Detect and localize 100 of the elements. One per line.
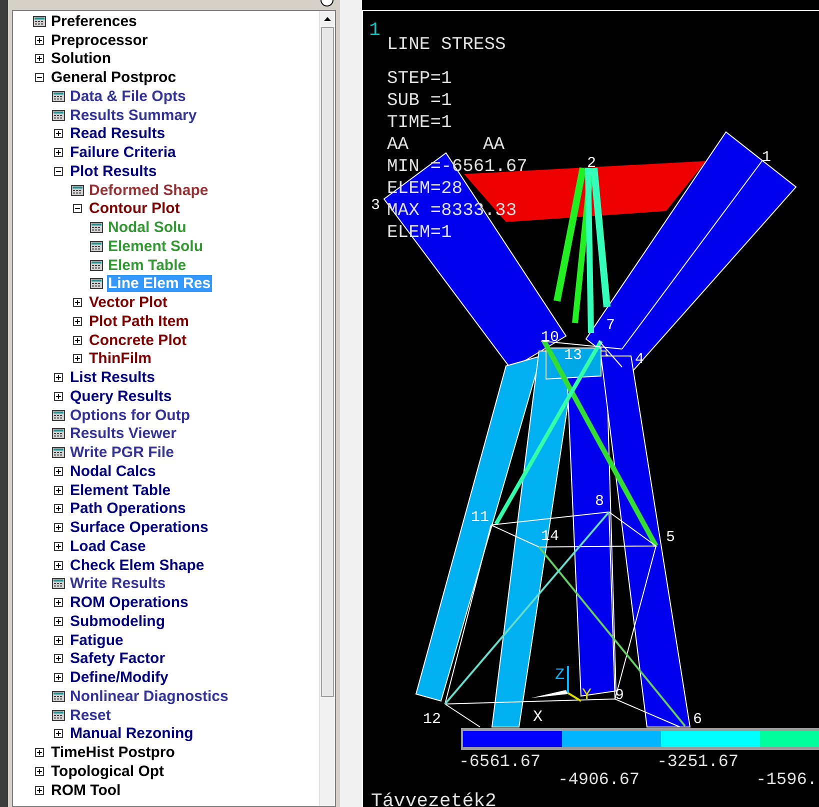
node-number: 10: [541, 329, 560, 346]
menu-item[interactable]: Nodal Calcs: [69, 462, 157, 480]
menu-item[interactable]: Read Results: [69, 125, 166, 142]
expand-icon[interactable]: [54, 673, 63, 682]
expand-icon[interactable]: [35, 766, 44, 776]
axis-label: Z: [555, 666, 565, 684]
expand-icon[interactable]: [54, 148, 63, 158]
calculator-icon: [52, 410, 65, 421]
menu-item[interactable]: Vector Plot: [88, 294, 168, 312]
expand-icon[interactable]: [54, 504, 63, 514]
menu-item[interactable]: Preferences: [50, 12, 138, 30]
menu-item[interactable]: Element Table: [69, 482, 172, 499]
expand-icon[interactable]: [35, 36, 44, 45]
scroll-thumb[interactable]: [321, 27, 334, 697]
close-icon[interactable]: [320, 0, 334, 8]
menu-item[interactable]: Results Summary: [69, 106, 198, 124]
expand-icon[interactable]: [35, 748, 44, 758]
node-number: 12: [423, 711, 442, 728]
menu-item[interactable]: List Results: [69, 369, 156, 386]
menu-item[interactable]: Nonlinear Diagnostics: [69, 688, 230, 705]
expand-icon[interactable]: [73, 316, 82, 326]
expand-icon[interactable]: [54, 560, 63, 570]
step-info-text: TIME=1: [387, 113, 452, 133]
node-number: 7: [606, 317, 616, 334]
menu-item[interactable]: Write Results: [69, 575, 167, 592]
menu-item[interactable]: Data & File Opts: [69, 88, 187, 105]
menu-item[interactable]: Load Case: [69, 538, 147, 555]
menu-item[interactable]: Deformed Shape: [88, 182, 210, 199]
menu-item[interactable]: Concrete Plot: [88, 332, 188, 349]
plot-title: LINE STRESS: [387, 35, 506, 55]
calculator-icon: [90, 278, 103, 290]
expand-icon[interactable]: [54, 654, 63, 664]
menu-item[interactable]: Query Results: [69, 388, 173, 405]
menu-item[interactable]: TimeHist Postpro: [50, 744, 176, 762]
expand-icon[interactable]: [73, 354, 82, 364]
expand-icon[interactable]: [54, 636, 63, 645]
expand-icon[interactable]: [54, 542, 63, 551]
result-label: AA: [387, 135, 409, 155]
menu-item[interactable]: Topological Opt: [50, 762, 166, 780]
collapse-icon[interactable]: [35, 73, 44, 82]
menu-item[interactable]: Submodeling: [69, 612, 166, 630]
axis-triad-icon: [531, 666, 582, 702]
menu-item[interactable]: ROM Operations: [69, 594, 190, 612]
collapse-icon[interactable]: [54, 166, 63, 176]
expand-icon[interactable]: [35, 54, 44, 64]
node-number: 3: [371, 197, 380, 214]
expand-icon[interactable]: [54, 616, 63, 626]
calculator-icon: [71, 184, 84, 196]
menu-item[interactable]: Plot Results: [69, 162, 158, 180]
expand-icon[interactable]: [54, 129, 63, 138]
calculator-icon: [52, 110, 65, 121]
menu-item[interactable]: Reset: [69, 706, 112, 724]
calculator-icon: [52, 690, 65, 702]
node-number: 6: [693, 711, 702, 728]
expand-icon[interactable]: [54, 729, 63, 738]
node-number: 2: [587, 155, 596, 172]
menu-item[interactable]: Plot Path Item: [88, 312, 190, 330]
menu-item[interactable]: Elem Table: [107, 256, 188, 274]
menu-item[interactable]: Preprocessor: [50, 32, 149, 49]
menu-item[interactable]: Path Operations: [69, 500, 187, 518]
menu-item[interactable]: Failure Criteria: [69, 144, 177, 162]
menu-item[interactable]: Contour Plot: [88, 200, 181, 218]
axis-label: X: [533, 708, 543, 726]
calculator-icon: [52, 578, 65, 590]
menu-item[interactable]: General Postproc: [50, 69, 178, 86]
expand-icon[interactable]: [73, 298, 82, 308]
calculator-icon: [33, 16, 46, 27]
node-number: 8: [595, 493, 604, 510]
menu-item[interactable]: Solution: [50, 50, 112, 68]
menu-item[interactable]: ROM Tool: [50, 782, 122, 799]
expand-icon[interactable]: [54, 373, 63, 382]
window-number: 1: [369, 19, 380, 41]
menu-item[interactable]: Manual Rezoning: [69, 725, 194, 742]
node-number: 13: [564, 347, 582, 364]
legend-value: -4906.67: [558, 771, 640, 790]
menu-item[interactable]: Fatigue: [69, 632, 124, 649]
menu-item[interactable]: ThinFilm: [88, 350, 152, 368]
expand-icon[interactable]: [54, 466, 63, 476]
scrollbar[interactable]: [319, 11, 335, 806]
expand-icon[interactable]: [54, 486, 63, 495]
legend-value: -1596.: [756, 771, 818, 790]
expand-icon[interactable]: [73, 336, 82, 345]
expand-icon[interactable]: [54, 598, 63, 608]
menu-item[interactable]: Safety Factor: [69, 650, 166, 668]
expand-icon[interactable]: [54, 392, 63, 401]
menu-item[interactable]: Nodal Solu: [107, 219, 188, 236]
menu-item[interactable]: Results Viewer: [69, 425, 178, 442]
collapse-icon[interactable]: [73, 204, 82, 214]
expand-icon[interactable]: [54, 523, 63, 532]
menu-item[interactable]: Surface Operations: [69, 519, 210, 536]
calculator-icon: [90, 240, 103, 252]
expand-icon[interactable]: [35, 786, 44, 795]
menu-item[interactable]: Write PGR File: [69, 444, 175, 462]
node-number: 11: [471, 509, 490, 526]
menu-item[interactable]: Define/Modify: [69, 669, 170, 686]
menu-item[interactable]: Element Solu: [107, 238, 204, 255]
menu-item[interactable]: Options for Outp: [69, 406, 191, 424]
calculator-icon: [52, 428, 65, 440]
scroll-up-icon[interactable]: [324, 17, 331, 21]
menu-item[interactable]: Check Elem Shape: [69, 556, 206, 574]
